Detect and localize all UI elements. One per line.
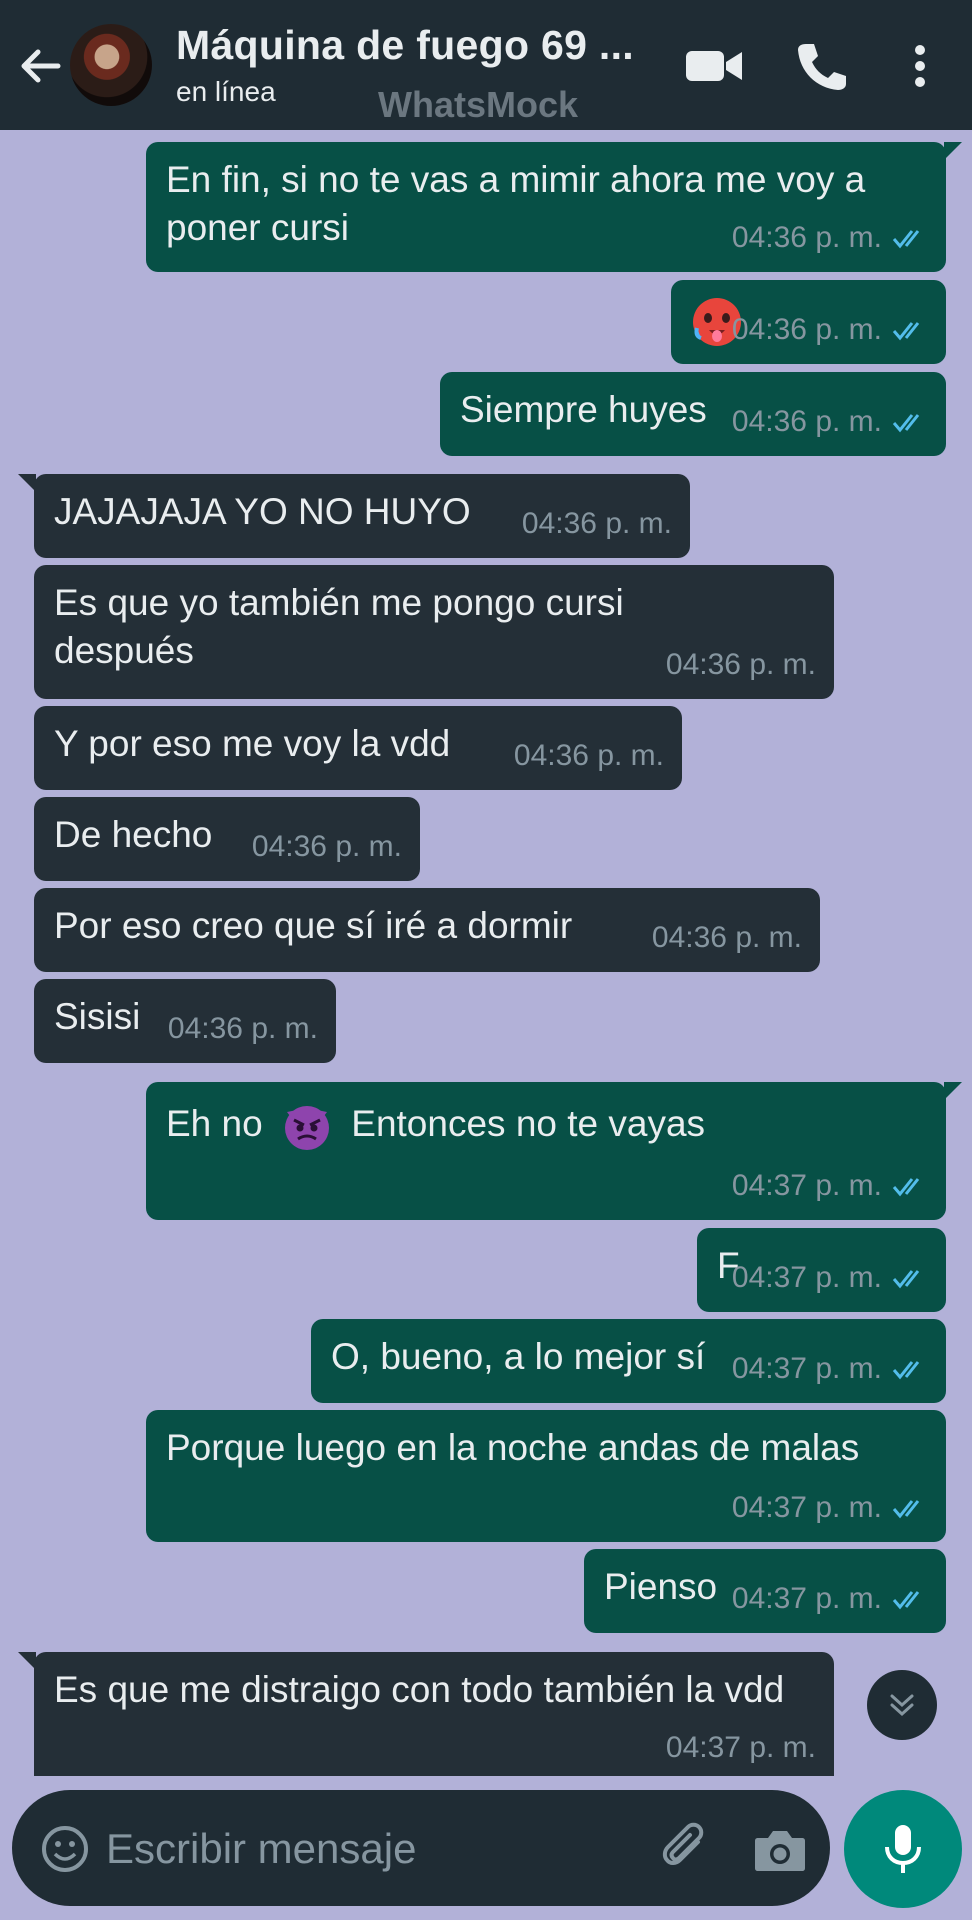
double-check-read-icon [892,1178,920,1197]
double-check-read-icon [892,414,920,433]
message-meta: 04:37 p. m. [732,1575,928,1623]
voice-record-button[interactable] [844,1790,962,1908]
message-text: O, bueno, a lo mejor sí [331,1336,706,1377]
message-text: Por eso creo que sí iré a dormir [54,905,573,946]
message-time: 04:37 p. m. [665,1731,816,1764]
message-meta: 04:36 p. m. [732,214,928,262]
message-text: Es que yo también me pongo cursi después [54,582,624,671]
message-text: Y por eso me voy la vdd [54,723,451,764]
message-time: 04:37 p. m. [731,1169,882,1202]
message-meta: 04:37 p. m. [732,1484,928,1532]
message-meta: 04:36 p. m. [252,823,402,871]
watermark: WhatsMock [378,84,579,125]
contact-name[interactable]: Máquina de fuego 69 ... [176,22,634,69]
message-composer [12,1790,830,1906]
message-meta: 04:36 p. m. [732,398,928,446]
double-check-read-icon [892,1270,920,1289]
double-check-read-icon [892,230,920,249]
message-text: Eh no Entonces no te vayas [166,1098,705,1154]
message-meta: 04:37 p. m. [732,1254,928,1302]
double-check-read-icon [892,1591,920,1610]
message-time: 04:36 p. m. [251,830,402,863]
contact-status: en línea [176,76,276,107]
message-time: 04:36 p. m. [731,313,882,346]
message-text-part: Entonces no te vayas [351,1102,706,1144]
message-text: Porque luego en la noche andas de malas [166,1427,860,1468]
message-bubble-outgoing[interactable]: Eh no Entonces no te vayas 04:37 p. m. [146,1082,962,1220]
double-check-read-icon [892,1500,920,1519]
phone-call-icon[interactable] [790,36,850,96]
camera-icon[interactable] [752,1824,808,1876]
message-text: Es que me distraigo con todo también la … [54,1669,785,1710]
message-meta: 04:36 p. m. [522,500,672,548]
message-bubble-outgoing[interactable]: O, bueno, a lo mejor sí 04:37 p. m. [311,1319,946,1403]
message-bubble-outgoing[interactable]: 04:36 p. m. [671,280,946,364]
message-time: 04:36 p. m. [731,405,882,438]
message-bubble-incoming[interactable]: Es que yo también me pongo cursi después… [34,565,834,699]
message-meta: 04:37 p. m. [732,1162,928,1210]
message-meta: 04:36 p. m. [168,1005,318,1053]
message-time: 04:36 p. m. [521,507,672,540]
message-text: JAJAJAJA YO NO HUYO [54,491,471,532]
message-meta: 04:36 p. m. [652,914,802,962]
double-chevron-down-icon [890,1694,914,1717]
message-time: 04:37 p. m. [731,1352,882,1385]
message-bubble-outgoing[interactable]: En fin, si no te vas a mimir ahora me vo… [146,142,962,272]
message-text-part: Eh no [166,1102,263,1144]
back-arrow-icon[interactable] [14,40,66,92]
message-bubble-incoming[interactable]: Es que me distraigo con todo también la … [18,1652,834,1776]
message-time: 04:36 p. m. [731,221,882,254]
double-check-read-icon [892,1361,920,1380]
message-text: Sisisi [54,996,141,1037]
chat-header: Máquina de fuego 69 ... en línea WhatsMo… [0,0,972,130]
message-meta: 04:36 p. m. [514,732,664,780]
message-time: 04:37 p. m. [731,1491,882,1524]
message-bubble-incoming[interactable]: Y por eso me voy la vdd 04:36 p. m. [34,706,682,790]
message-time: 04:36 p. m. [665,648,816,681]
paperclip-icon[interactable] [658,1820,714,1876]
message-time: 04:37 p. m. [731,1582,882,1615]
message-input[interactable] [104,1820,648,1878]
message-text: Pienso [604,1566,718,1607]
message-bubble-incoming[interactable]: JAJAJAJA YO NO HUYO 04:36 p. m. [18,474,690,558]
video-call-icon[interactable] [684,36,744,96]
message-bubble-incoming[interactable]: Por eso creo que sí iré a dormir 04:36 p… [34,888,820,972]
message-text: De hecho [54,814,213,855]
angry-devil-emoji-icon [284,1106,329,1150]
message-meta: 04:36 p. m. [732,306,928,354]
message-time: 04:36 p. m. [651,921,802,954]
message-meta: 04:37 p. m. [732,1345,928,1393]
message-text: Siempre huyes [460,389,707,430]
message-time: 04:36 p. m. [513,739,664,772]
message-bubble-incoming[interactable]: Sisisi 04:36 p. m. [34,979,336,1063]
message-meta: 04:36 p. m. [666,641,816,689]
message-time: 04:36 p. m. [167,1012,318,1045]
double-check-read-icon [892,322,920,341]
message-time: 04:37 p. m. [731,1261,882,1294]
contact-avatar[interactable] [70,24,152,106]
message-bubble-outgoing[interactable]: Siempre huyes 04:36 p. m. [440,372,946,456]
more-options-icon[interactable] [890,36,950,96]
message-bubble-outgoing[interactable]: Pienso 04:37 p. m. [584,1549,946,1633]
microphone-icon [885,1825,921,1873]
scroll-to-bottom-button[interactable] [867,1670,937,1740]
emoji-icon[interactable] [40,1824,90,1874]
message-bubble-outgoing[interactable]: F 04:37 p. m. [697,1228,946,1312]
message-bubble-outgoing[interactable]: Porque luego en la noche andas de malas … [146,1410,946,1542]
message-meta: 04:37 p. m. [666,1724,816,1772]
message-bubble-incoming[interactable]: De hecho 04:36 p. m. [34,797,420,881]
